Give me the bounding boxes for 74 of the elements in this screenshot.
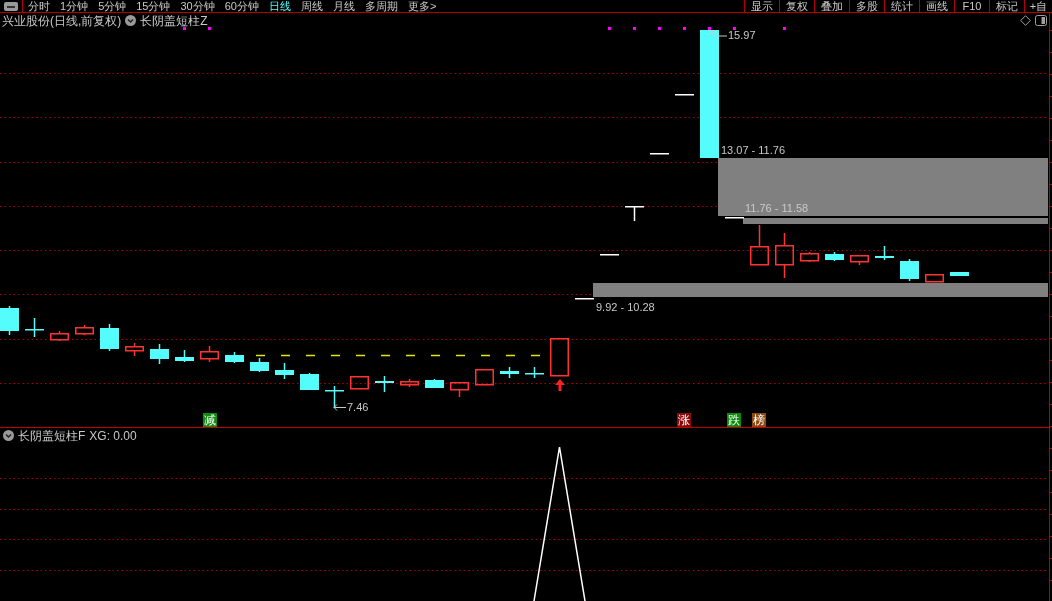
candle bbox=[850, 255, 869, 266]
toolbar-button[interactable]: +自 bbox=[1024, 0, 1052, 12]
candle bbox=[775, 232, 794, 279]
arrow-up-icon bbox=[555, 379, 565, 391]
toolbar-button[interactable]: 标记 bbox=[989, 0, 1024, 12]
price-label: 15.97 bbox=[728, 29, 756, 41]
candle bbox=[175, 349, 194, 363]
signal-badge: 榜 bbox=[752, 413, 766, 427]
chart-title: 兴业股份(日线,前复权) bbox=[2, 13, 122, 28]
candle bbox=[500, 366, 519, 379]
arrow-icon bbox=[333, 404, 346, 411]
range-label: 13.07 - 11.76 bbox=[721, 144, 785, 156]
candle bbox=[200, 345, 219, 363]
candle bbox=[150, 343, 169, 365]
candle bbox=[300, 372, 319, 391]
period-tab[interactable]: 5分钟 bbox=[98, 0, 127, 12]
candle bbox=[825, 251, 844, 262]
arrow-icon bbox=[710, 30, 727, 38]
candle bbox=[350, 376, 369, 390]
period-tab[interactable]: 分时 bbox=[28, 0, 50, 12]
candle bbox=[425, 378, 444, 389]
candle bbox=[450, 382, 469, 398]
panel-toggle-icon[interactable] bbox=[1035, 15, 1047, 26]
period-tab[interactable]: 月线 bbox=[333, 0, 355, 12]
range-label: 11.76 - 11.58 bbox=[745, 202, 809, 214]
candle bbox=[324, 385, 345, 409]
candle bbox=[75, 324, 94, 336]
period-tab[interactable]: 多周期 bbox=[365, 0, 398, 12]
candle bbox=[250, 357, 269, 373]
candle bbox=[50, 330, 69, 342]
candle bbox=[750, 224, 769, 266]
signal-badge: 跌 bbox=[727, 413, 741, 427]
period-tab[interactable]: 周线 bbox=[301, 0, 323, 12]
toolbar-button[interactable]: F10 bbox=[954, 0, 989, 12]
candle bbox=[225, 351, 244, 364]
toolbar-button[interactable]: 统计 bbox=[884, 0, 919, 12]
candle bbox=[800, 251, 819, 263]
toolbar-button[interactable]: 画线 bbox=[919, 0, 954, 12]
period-tab[interactable]: 15分钟 bbox=[136, 0, 171, 12]
candle bbox=[475, 369, 494, 386]
candle bbox=[624, 205, 645, 222]
candle bbox=[550, 338, 569, 377]
period-tab[interactable]: 1分钟 bbox=[60, 0, 89, 12]
candle bbox=[24, 317, 45, 338]
candle bbox=[400, 378, 419, 388]
toolbar-button[interactable]: 多股 bbox=[849, 0, 884, 12]
period-tab[interactable]: 60分钟 bbox=[224, 0, 259, 12]
screen-icon[interactable] bbox=[4, 1, 18, 11]
signal-badge: 涨 bbox=[677, 413, 691, 427]
candle bbox=[0, 305, 19, 336]
indicator-value: XG: 0.00 bbox=[89, 428, 137, 443]
toolbar-button[interactable]: 显示 bbox=[744, 0, 779, 12]
candle bbox=[100, 323, 119, 352]
range-label: 9.92 - 10.28 bbox=[596, 301, 655, 313]
chevron-down-icon[interactable] bbox=[125, 15, 137, 26]
candle bbox=[875, 245, 894, 261]
candle bbox=[925, 274, 944, 283]
candle bbox=[900, 258, 919, 282]
indicator-name: 长阴盖短柱F bbox=[18, 428, 86, 443]
candle bbox=[125, 342, 144, 357]
indicator-name: 长阴盖短柱Z bbox=[140, 13, 208, 28]
period-tab[interactable]: 日线 bbox=[269, 0, 291, 12]
candle bbox=[375, 375, 394, 393]
period-tab[interactable]: 更多> bbox=[408, 0, 437, 12]
period-tab[interactable]: 30分钟 bbox=[180, 0, 215, 12]
candle bbox=[950, 271, 969, 277]
toolbar-button[interactable]: 叠加 bbox=[814, 0, 849, 12]
signal-badge: 减 bbox=[203, 413, 217, 427]
chevron-down-icon[interactable] bbox=[3, 430, 14, 441]
diamond-icon[interactable] bbox=[1020, 15, 1031, 26]
price-label: 7.46 bbox=[347, 401, 369, 413]
candle bbox=[275, 362, 294, 380]
toolbar-button[interactable]: 复权 bbox=[779, 0, 814, 12]
candle bbox=[524, 366, 545, 379]
